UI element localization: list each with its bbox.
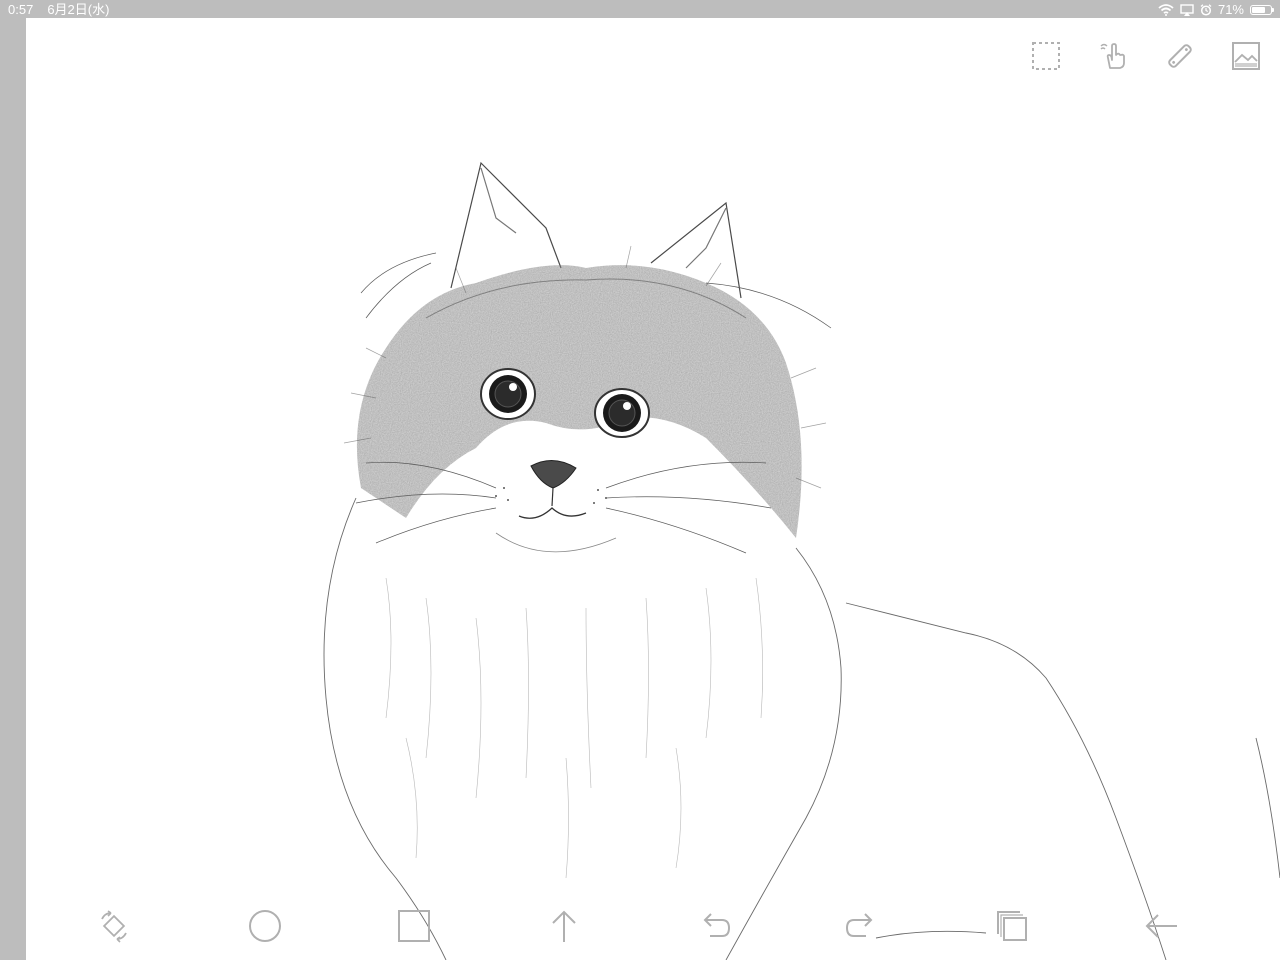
alarm-icon: [1200, 4, 1212, 16]
screen: 0:57 6月2日(水) 71%: [0, 0, 1280, 960]
circle-shape-icon[interactable]: [245, 906, 285, 946]
cat-sketch: [323, 161, 1280, 960]
arrow-up-icon[interactable]: [544, 906, 584, 946]
wifi-icon: [1158, 4, 1174, 16]
drawing-canvas[interactable]: [26, 18, 1280, 960]
cat-body: [323, 497, 1280, 960]
layers-icon[interactable]: [992, 906, 1032, 946]
selection-icon[interactable]: [1026, 36, 1066, 76]
screen-mirror-icon: [1180, 4, 1194, 16]
status-left: 0:57 6月2日(水): [8, 1, 109, 19]
image-icon[interactable]: [1226, 36, 1266, 76]
battery-fill: [1252, 7, 1265, 13]
status-time: 0:57: [8, 2, 34, 17]
undo-icon[interactable]: [694, 906, 734, 946]
transform-icon[interactable]: [94, 906, 134, 946]
touch-gesture-icon[interactable]: [1094, 36, 1134, 76]
back-arrow-icon[interactable]: [1141, 906, 1181, 946]
square-shape-icon[interactable]: [394, 906, 434, 946]
status-right: 71%: [1158, 1, 1274, 19]
status-date: 6月2日(水): [47, 2, 110, 17]
ruler-icon[interactable]: [1160, 36, 1200, 76]
redo-icon[interactable]: [842, 906, 882, 946]
status-bar: 0:57 6月2日(水) 71%: [0, 0, 1280, 18]
battery-percent: 71%: [1217, 2, 1244, 17]
cat-head-fur: [356, 265, 802, 538]
cat-nose-mouth: [495, 460, 617, 553]
battery-icon: [1250, 5, 1274, 15]
